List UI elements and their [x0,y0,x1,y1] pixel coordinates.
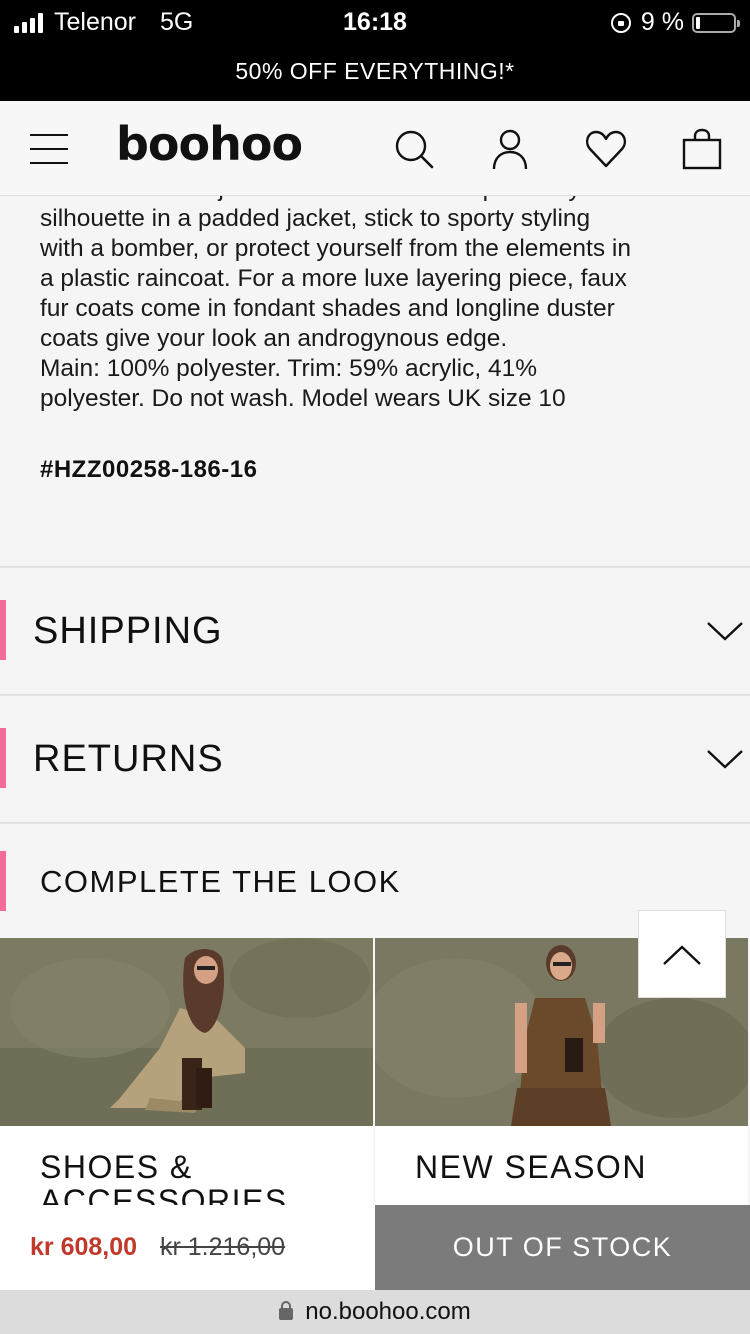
description-line: a plastic raincoat. For a more luxe laye… [40,265,627,292]
description-line: coats give your look an androgynous edge… [40,325,508,352]
description-line: polyester. Do not wash. Model wears UK s… [40,385,566,412]
accordion-returns-label: RETURNS [33,738,224,780]
bag-icon[interactable] [680,127,724,171]
browser-url-bar[interactable]: no.boohoo.com [0,1290,750,1334]
look-tile-shoes-accessories[interactable]: SHOES & ACCESSORIES [0,938,373,1208]
boohoo-logo[interactable]: boohoo [116,117,303,171]
look-tile-label-line: SHOES & [40,1149,193,1185]
page: Telenor 5G 16:18 9 % 50% OFF EVERYTHING!… [0,0,750,1334]
look-tile-label: SHOES & ACCESSORIES [40,1150,288,1208]
heart-icon[interactable] [584,127,628,171]
look-tile-label-line: NEW SEASON [415,1149,647,1185]
chevron-down-icon [707,622,743,641]
description-line: with a bomber, or protect yourself from … [40,235,631,262]
rotation-lock-icon [610,12,631,33]
accent-bar [0,728,6,788]
complete-the-look-title: COMPLETE THE LOOK [40,864,401,899]
out-of-stock-button[interactable]: OUT OF STOCK [375,1205,750,1290]
description-line: Main: 100% polyester. Trim: 59% acrylic,… [40,355,538,382]
promo-banner[interactable]: 50% OFF EVERYTHING!* [0,42,750,101]
product-image [0,938,373,1126]
status-bar: Telenor 5G 16:18 9 % [0,0,750,42]
scroll-to-top-button[interactable] [638,910,726,998]
description-line: fur coats come in fondant shades and lon… [40,295,615,322]
divider [0,822,750,824]
accent-bar [0,851,6,911]
battery-percent: 9 % [640,8,684,36]
search-icon[interactable] [392,127,436,171]
price-box: kr 608,00 kr 1.216,00 [0,1205,375,1290]
battery-icon [692,12,740,33]
chevron-down-icon [707,750,743,769]
accordion-returns[interactable]: RETURNS [0,696,750,822]
account-icon[interactable] [488,127,532,171]
lock-icon [279,1301,294,1320]
accordion-shipping[interactable]: SHIPPING [0,568,750,694]
original-price: kr 1.216,00 [160,1233,286,1261]
current-price: kr 608,00 [30,1233,138,1261]
site-header: boohoo [0,101,750,196]
product-description: latest coats and jackets from boohoo. Su… [40,174,720,414]
description-line: silhouette in a padded jacket, stick to … [40,205,591,232]
look-tile-label: NEW SEASON [415,1150,647,1184]
product-sku: #HZZ00258-186-16 [40,456,258,483]
accordion-shipping-label: SHIPPING [33,610,223,652]
accent-bar [0,600,6,660]
buy-bar: kr 608,00 kr 1.216,00 OUT OF STOCK [0,1205,750,1290]
menu-icon[interactable] [30,130,68,168]
chevron-up-icon [663,945,701,965]
url-text: no.boohoo.com [305,1298,471,1325]
